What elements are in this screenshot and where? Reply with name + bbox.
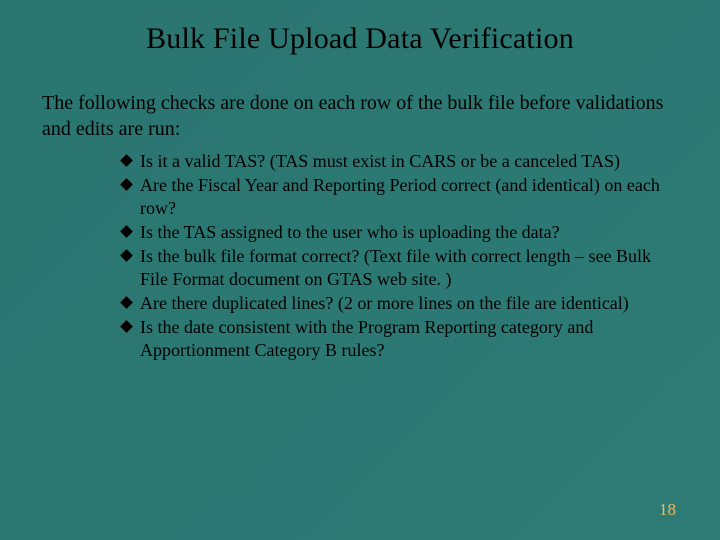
diamond-bullet-icon bbox=[120, 296, 133, 309]
intro-text: The following checks are done on each ro… bbox=[40, 90, 680, 142]
list-item-text: Is it a valid TAS? (TAS must exist in CA… bbox=[140, 151, 620, 171]
diamond-bullet-icon bbox=[120, 320, 133, 333]
diamond-bullet-icon bbox=[120, 225, 133, 238]
list-item: Is it a valid TAS? (TAS must exist in CA… bbox=[122, 150, 670, 173]
list-item: Are the Fiscal Year and Reporting Period… bbox=[122, 174, 670, 220]
list-item-text: Are there duplicated lines? (2 or more l… bbox=[140, 293, 629, 313]
page-number: 18 bbox=[659, 500, 676, 520]
list-item: Is the bulk file format correct? (Text f… bbox=[122, 245, 670, 291]
list-item-text: Is the bulk file format correct? (Text f… bbox=[140, 246, 651, 289]
slide-title: Bulk File Upload Data Verification bbox=[40, 22, 680, 56]
bullet-list: Is it a valid TAS? (TAS must exist in CA… bbox=[40, 150, 680, 362]
list-item: Is the date consistent with the Program … bbox=[122, 316, 670, 362]
diamond-bullet-icon bbox=[120, 249, 133, 262]
list-item: Are there duplicated lines? (2 or more l… bbox=[122, 292, 670, 315]
list-item-text: Is the date consistent with the Program … bbox=[140, 317, 593, 360]
diamond-bullet-icon bbox=[120, 154, 133, 167]
list-item-text: Is the TAS assigned to the user who is u… bbox=[140, 222, 560, 242]
list-item: Is the TAS assigned to the user who is u… bbox=[122, 221, 670, 244]
slide: Bulk File Upload Data Verification The f… bbox=[0, 0, 720, 540]
diamond-bullet-icon bbox=[120, 178, 133, 191]
list-item-text: Are the Fiscal Year and Reporting Period… bbox=[140, 175, 660, 218]
